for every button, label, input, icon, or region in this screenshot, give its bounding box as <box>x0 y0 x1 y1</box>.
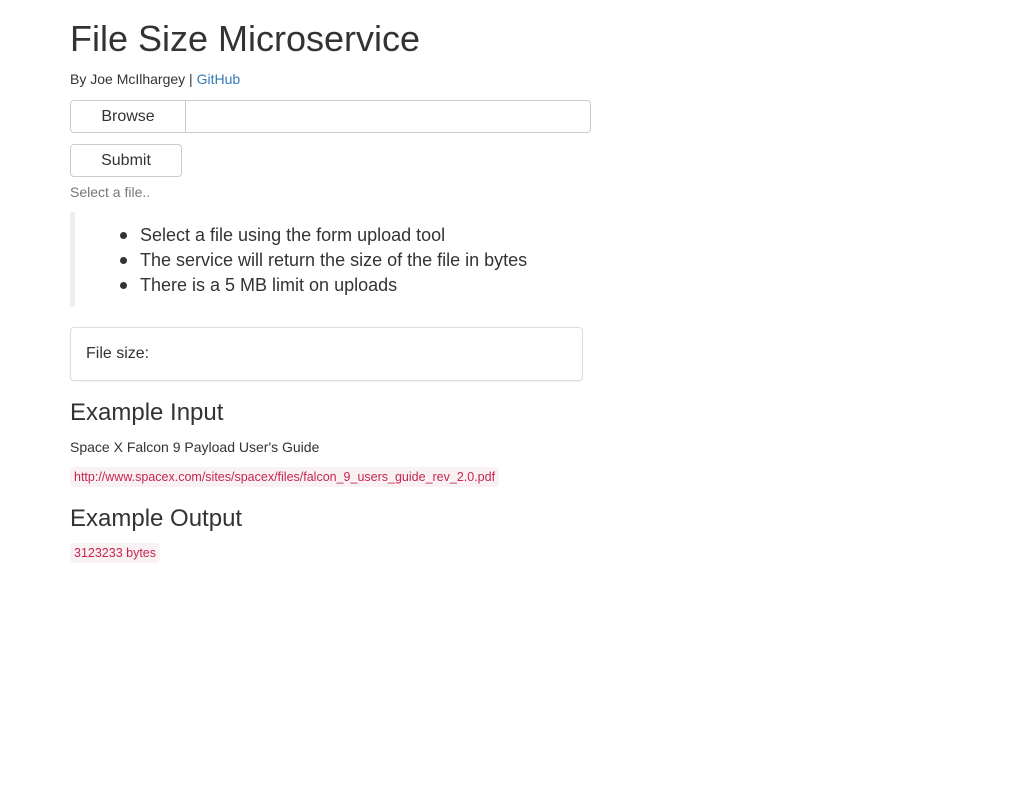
file-input-group: Browse <box>70 100 591 133</box>
file-size-result-panel: File size: <box>70 327 583 381</box>
example-input-heading: Example Input <box>70 399 224 426</box>
example-output-heading: Example Output <box>70 505 243 532</box>
example-input-description: Space X Falcon 9 Payload User's Guide <box>70 439 320 455</box>
github-link[interactable]: GitHub <box>197 71 241 87</box>
submit-button[interactable]: Submit <box>70 144 182 177</box>
browse-button[interactable]: Browse <box>71 101 186 132</box>
instruction-item: There is a 5 MB limit on uploads <box>120 273 527 298</box>
page-title: File Size Microservice <box>70 18 421 59</box>
example-input-url: http://www.spacex.com/sites/spacex/files… <box>70 467 500 487</box>
bullet-icon <box>120 282 127 289</box>
bullet-icon <box>120 257 127 264</box>
file-name-field[interactable] <box>186 101 590 132</box>
file-size-label: File size: <box>86 345 150 362</box>
file-help-text: Select a file.. <box>70 184 151 200</box>
author-text: By Joe McIlhargey | <box>70 71 193 87</box>
instructions-list: Select a file using the form upload tool… <box>120 223 527 298</box>
instruction-item: Select a file using the form upload tool <box>120 223 527 248</box>
bullet-icon <box>120 232 127 239</box>
example-output-value: 3123233 bytes <box>70 543 161 563</box>
byline: By Joe McIlhargey | GitHub <box>70 70 240 88</box>
instructions-block: Select a file using the form upload tool… <box>70 212 590 307</box>
instruction-item: The service will return the size of the … <box>120 248 527 273</box>
